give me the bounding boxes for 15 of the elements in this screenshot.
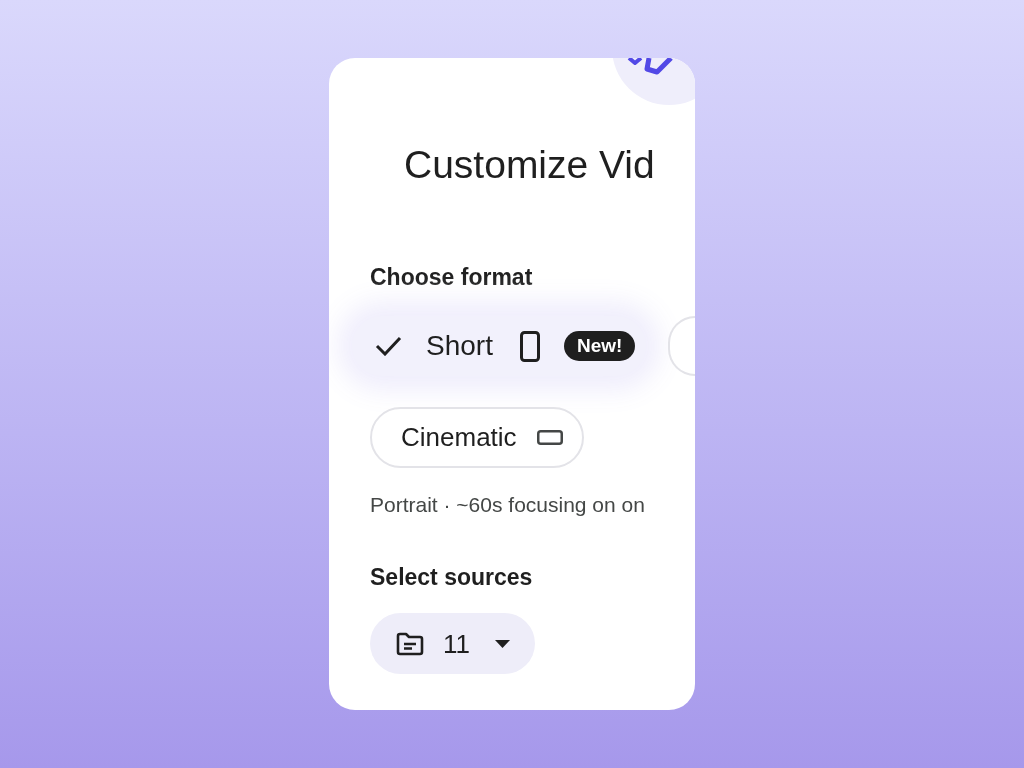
new-badge: New! — [563, 331, 636, 361]
caret-icon — [495, 639, 510, 648]
check-icon — [375, 336, 402, 356]
pencil-icon — [613, 58, 695, 105]
section-heading: Select sources — [370, 563, 533, 592]
format-chip[interactable]: Cinematic — [370, 407, 584, 468]
phone-portrait-icon — [519, 330, 540, 362]
sources-dropdown[interactable]: 11 — [370, 613, 535, 674]
format-chip[interactable] — [668, 316, 695, 376]
section-heading: Choose format — [370, 263, 533, 292]
format-chip[interactable]: Short New! — [352, 316, 647, 376]
folder-icon — [396, 631, 424, 656]
landscape-frame-icon — [536, 430, 563, 445]
dialog-title: Customize Vid — [404, 142, 655, 188]
format-description: Portrait · ~60s focusing on on — [370, 492, 645, 518]
